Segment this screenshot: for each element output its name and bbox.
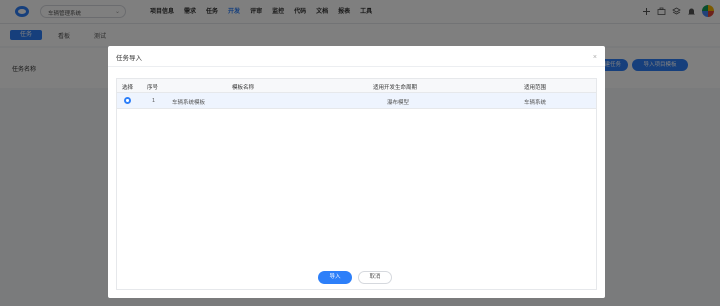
row-radio[interactable] — [124, 97, 131, 104]
header-scope: 适用范围 — [524, 85, 547, 91]
task-import-dialog: 任务导入 × 选择 序号 模板名称 适用开发生命周期 适用范围 1 车辆系统模板… — [108, 46, 605, 298]
row-scope: 车辆系统 — [524, 100, 547, 106]
row-template-name: 车辆系统模板 — [172, 100, 206, 106]
dialog-title: 任务导入 — [116, 55, 142, 62]
import-button[interactable]: 导入 — [318, 271, 352, 284]
close-icon[interactable]: × — [593, 54, 597, 61]
divider — [108, 66, 605, 67]
header-index: 序号 — [147, 85, 159, 91]
header-select: 选择 — [122, 85, 134, 91]
row-index: 1 — [152, 98, 156, 104]
cancel-button[interactable]: 取消 — [358, 271, 392, 284]
header-template-name: 模板名称 — [232, 85, 255, 91]
row-lifecycle: 瀑布模型 — [387, 100, 410, 106]
table-row[interactable]: 1 车辆系统模板 瀑布模型 车辆系统 — [117, 93, 596, 109]
header-lifecycle: 适用开发生命周期 — [373, 85, 418, 91]
template-table: 选择 序号 模板名称 适用开发生命周期 适用范围 1 车辆系统模板 瀑布模型 车… — [116, 78, 597, 290]
table-header: 选择 序号 模板名称 适用开发生命周期 适用范围 — [117, 79, 596, 93]
